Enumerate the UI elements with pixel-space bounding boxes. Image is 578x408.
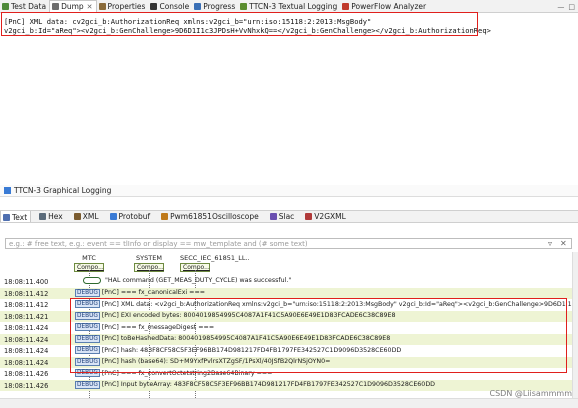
component-secc[interactable]: SECC_IEC_61851_LL.. Compo... bbox=[180, 254, 250, 272]
subtab-protobuf[interactable]: Protobuf bbox=[108, 211, 154, 222]
tab-icon bbox=[342, 2, 350, 10]
log-event[interactable]: DEBUG [PnC] Input byteArray: 483F8CF58C5F… bbox=[75, 380, 436, 389]
tab-powerflow-analyzer[interactable]: PowerFlow Analyzer bbox=[340, 0, 429, 12]
logging-icon bbox=[4, 187, 11, 194]
subtab-slac[interactable]: Slac bbox=[268, 211, 298, 222]
subtab-icon bbox=[39, 213, 47, 220]
subtab-label: Hex bbox=[48, 212, 63, 221]
subtab-pwm61851oscilloscope[interactable]: Pwm61851Oscilloscope bbox=[159, 211, 262, 222]
log-text: [PnC] Input byteArray: 483F8CF58C5F3EF96… bbox=[101, 381, 436, 388]
tab-console[interactable]: Console bbox=[148, 0, 192, 12]
tab-icon bbox=[2, 2, 9, 10]
graphical-logging-title-bar: TTCN-3 Graphical Logging bbox=[0, 185, 578, 197]
subtab-icon bbox=[269, 213, 277, 220]
subtab-xml[interactable]: XML bbox=[72, 211, 102, 222]
subtab-label: XML bbox=[82, 212, 99, 221]
tab-label: Console bbox=[159, 1, 190, 11]
tab-dump[interactable]: Dump ✕ bbox=[49, 0, 97, 12]
debug-badge: DEBUG bbox=[75, 380, 100, 389]
watermark: CSDN @Liisammmm bbox=[489, 389, 573, 398]
log-timestamp: 18:08:11.424 bbox=[4, 335, 49, 344]
log-event[interactable]: DEBUG [PnC] === fx_canonicalExi === bbox=[75, 288, 206, 297]
tab-label: Dump bbox=[61, 2, 84, 11]
subtab-v2gxml[interactable]: V2GXML bbox=[303, 211, 349, 222]
log-timestamp: 18:08:11.412 bbox=[4, 289, 49, 298]
log-event[interactable]: "HAL command (GET_MEAS_DUTY_CYCLE) was s… bbox=[75, 277, 291, 284]
maximize-icon[interactable]: □ bbox=[568, 3, 575, 11]
graphical-log: MTC Compo... SYSTEM Compo... SECC_IEC_61… bbox=[0, 252, 572, 398]
subtab-hex[interactable]: Hex bbox=[37, 211, 66, 222]
subtab-label: V2GXML bbox=[314, 212, 346, 221]
horizontal-scrollbar[interactable] bbox=[0, 398, 578, 408]
subtab-icon bbox=[3, 213, 10, 221]
minimize-icon[interactable]: — bbox=[557, 3, 564, 11]
panel-title: TTCN-3 Graphical Logging bbox=[14, 186, 112, 195]
subtab-label: Text bbox=[12, 212, 28, 222]
subtab-label: Protobuf bbox=[118, 212, 151, 221]
log-timestamp: 18:08:11.424 bbox=[4, 358, 49, 367]
funnel-icon[interactable]: ▿ bbox=[548, 239, 552, 248]
highlight-box-dump bbox=[1, 12, 478, 36]
log-timestamp: 18:08:11.426 bbox=[4, 381, 49, 390]
component-name: SECC_IEC_61851_LL.. bbox=[180, 254, 250, 262]
tab-properties[interactable]: Properties bbox=[97, 0, 149, 12]
subtab-icon bbox=[73, 213, 81, 220]
viewer-tab-bar: Text Hex XML Protobuf Pwm61851Oscilloscope Sl… bbox=[0, 210, 578, 223]
vertical-scrollbar[interactable] bbox=[572, 252, 578, 398]
log-text: "HAL command (GET_MEAS_DUTY_CYCLE) was s… bbox=[105, 277, 292, 284]
log-timestamp: 18:08:11.426 bbox=[4, 370, 49, 378]
tab-icon bbox=[98, 2, 106, 10]
dump-view: [PnC] XML data: cv2gci_b:AuthorizationRe… bbox=[0, 12, 578, 178]
window-controls: — □ bbox=[557, 0, 575, 13]
tab-label: Progress bbox=[203, 1, 236, 11]
subtab-icon bbox=[305, 213, 313, 220]
filter-input[interactable] bbox=[6, 239, 571, 249]
tab-progress[interactable]: Progress bbox=[192, 0, 238, 12]
tab-label: PowerFlow Analyzer bbox=[351, 1, 427, 11]
log-row[interactable]: 18:08:11.426 DEBUG [PnC] Input byteArray: … bbox=[0, 379, 572, 391]
subtab-label: Slac bbox=[278, 212, 295, 221]
debug-badge: DEBUG bbox=[75, 288, 100, 297]
subtab-icon bbox=[161, 213, 169, 220]
subtab-text[interactable]: Text bbox=[0, 211, 32, 222]
tab-ttcn-3-textual-logging[interactable]: TTCN-3 Textual Logging bbox=[238, 0, 340, 12]
clear-filter-icon[interactable]: ✕ bbox=[560, 239, 567, 248]
tab-icon bbox=[150, 2, 158, 10]
tab-test-data[interactable]: Test Data bbox=[0, 0, 49, 12]
log-timestamp: 18:08:11.424 bbox=[4, 347, 49, 355]
subtab-icon bbox=[109, 213, 117, 220]
tab-icon bbox=[240, 2, 248, 10]
log-row[interactable]: 18:08:11.400 "HAL command (GET_MEAS_DUTY_… bbox=[0, 276, 572, 288]
highlight-box-log bbox=[70, 298, 567, 373]
log-text: [PnC] === fx_canonicalExi === bbox=[101, 289, 206, 296]
subtab-label: Pwm61851Oscilloscope bbox=[170, 212, 259, 221]
log-timestamp: 18:08:11.424 bbox=[4, 324, 49, 332]
tab-label: Test Data bbox=[11, 1, 47, 11]
component-name: SYSTEM bbox=[136, 254, 162, 262]
component-oval-icon bbox=[83, 277, 101, 284]
tab-label: TTCN-3 Textual Logging bbox=[249, 1, 338, 11]
log-timestamp: 18:08:11.412 bbox=[4, 301, 49, 309]
log-timestamp: 18:08:11.400 bbox=[4, 278, 49, 286]
log-timestamp: 18:08:11.421 bbox=[4, 312, 49, 321]
tab-icon bbox=[194, 2, 202, 10]
tab-icon bbox=[52, 3, 60, 10]
close-icon[interactable]: ✕ bbox=[87, 3, 93, 11]
filter-field[interactable] bbox=[5, 238, 572, 249]
component-name: MTC bbox=[82, 254, 96, 262]
tab-label: Properties bbox=[107, 1, 146, 11]
